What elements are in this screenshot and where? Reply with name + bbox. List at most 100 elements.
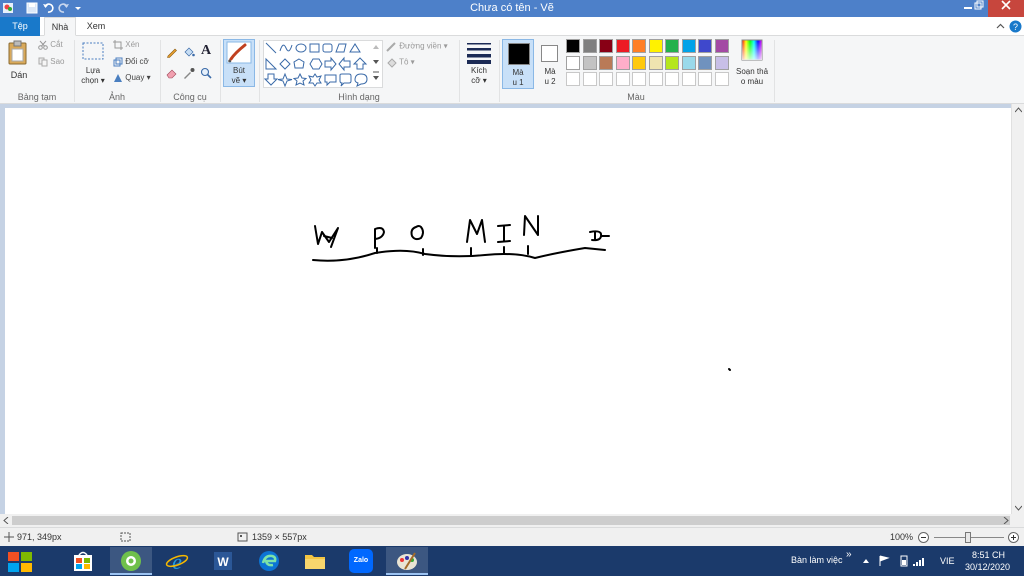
outline-button[interactable]: Đường viền ▾ (386, 41, 448, 52)
shapes-gallery[interactable] (263, 40, 383, 88)
title-bar: Chưa có tên - Vẽ (0, 0, 1024, 17)
show-hidden-icons-icon[interactable] (862, 557, 870, 565)
palette-color-swatch[interactable] (648, 72, 663, 86)
clock-date[interactable]: 30/12/2020 (965, 562, 1010, 572)
palette-color-swatch[interactable] (632, 72, 646, 86)
help-icon[interactable]: ? (1009, 20, 1022, 33)
palette-color-swatch[interactable] (599, 72, 613, 86)
scroll-up-icon[interactable] (1015, 107, 1022, 114)
taskbar-zalo[interactable]: Zalo (340, 547, 382, 575)
palette-color-swatch[interactable] (698, 39, 712, 53)
palette-color-swatch[interactable] (681, 39, 696, 53)
taskbar-coccoc[interactable] (110, 547, 152, 575)
rotate-button[interactable]: Quay ▾ (113, 73, 151, 83)
taskbar-edge[interactable] (248, 547, 290, 575)
clock-time[interactable]: 8:51 CH (972, 550, 1005, 560)
color-picker-icon[interactable] (183, 67, 195, 79)
palette-color-swatch[interactable] (615, 55, 630, 70)
palette-color-swatch[interactable] (714, 39, 729, 53)
start-button[interactable] (0, 547, 40, 575)
tab-file[interactable]: Tệp (0, 17, 40, 36)
color2-button[interactable]: Mà u 2 (536, 39, 564, 89)
restore-button[interactable] (968, 0, 990, 15)
separator (459, 40, 460, 102)
magnifier-icon[interactable] (200, 67, 212, 79)
rotate-label: Quay ▾ (125, 73, 151, 83)
palette-color-swatch[interactable] (615, 39, 630, 53)
palette-color-swatch[interactable] (665, 39, 679, 53)
palette-color-swatch[interactable] (566, 72, 580, 86)
palette-color-swatch[interactable] (632, 55, 646, 70)
palette-color-swatch[interactable] (599, 39, 613, 53)
palette-color-swatch[interactable] (714, 72, 729, 86)
palette-color-swatch[interactable] (582, 72, 597, 86)
text-tool-icon[interactable]: A (201, 43, 211, 59)
collapse-ribbon-icon[interactable] (996, 22, 1005, 31)
resize-button[interactable]: Đổi cỡ (113, 57, 149, 67)
palette-color-swatch[interactable] (566, 55, 580, 70)
scroll-down-icon[interactable] (1015, 504, 1022, 511)
drawing-canvas[interactable] (5, 108, 1011, 514)
desktop-toolbar-label[interactable]: Bàn làm việc (791, 555, 843, 565)
cut-button[interactable]: Cắt (38, 40, 63, 50)
shapes-scroll[interactable] (372, 42, 380, 86)
toolbar-expand-chevron[interactable]: » (846, 549, 852, 560)
scroll-left-icon[interactable] (3, 517, 10, 524)
fill-icon (387, 58, 397, 68)
palette-color-swatch[interactable] (714, 55, 729, 70)
fill-button[interactable]: Tô ▾ (386, 57, 415, 68)
battery-icon[interactable] (900, 555, 908, 567)
network-signal-icon[interactable] (912, 555, 926, 567)
edit-colors-button[interactable]: Soạn thả o màu (732, 39, 772, 89)
palette-color-swatch[interactable] (665, 72, 679, 86)
crop-button[interactable]: Xén (113, 40, 139, 50)
palette-color-swatch[interactable] (632, 39, 646, 53)
copy-button[interactable]: Sao (38, 57, 64, 67)
shapes-group-label: Hình dạng (338, 92, 380, 102)
vertical-scrollbar[interactable] (1011, 104, 1024, 514)
close-button[interactable] (988, 0, 1024, 17)
pencil-icon[interactable] (166, 46, 178, 58)
horizontal-scroll-thumb[interactable] (12, 516, 1010, 525)
callout-round-shape-icon (339, 73, 352, 87)
palette-color-swatch[interactable] (698, 55, 712, 70)
palette-color-swatch[interactable] (599, 55, 613, 70)
brushes-button[interactable]: Bút vẽ ▾ (223, 39, 255, 87)
tab-view[interactable]: Xem (80, 17, 112, 36)
taskbar-ie[interactable]: e (156, 547, 198, 575)
taskbar-paint[interactable] (386, 547, 428, 575)
palette-color-swatch[interactable] (615, 72, 630, 86)
select-button[interactable]: Lựa chọn ▾ (79, 40, 107, 90)
tab-home[interactable]: Nhà (44, 17, 76, 36)
fill-bucket-icon[interactable] (183, 46, 195, 58)
zoom-slider-thumb[interactable] (965, 532, 971, 543)
shapes-scroll-arrows-icon (373, 45, 379, 80)
copy-icon (38, 57, 48, 67)
taskbar-store[interactable] (62, 547, 104, 575)
zoom-out-icon[interactable] (918, 532, 929, 543)
palette-color-swatch[interactable] (648, 39, 663, 53)
action-flag-icon[interactable] (878, 555, 890, 567)
color1-button[interactable]: Mà u 1 (502, 39, 534, 89)
horizontal-scrollbar[interactable] (0, 514, 1024, 527)
clipboard-icon (8, 40, 27, 65)
eraser-icon[interactable] (166, 67, 178, 79)
scroll-right-icon[interactable] (1002, 517, 1009, 524)
palette-color-swatch[interactable] (698, 72, 712, 86)
palette-color-swatch[interactable] (681, 55, 696, 70)
palette-color-swatch[interactable] (665, 55, 679, 70)
zoom-in-icon[interactable] (1008, 532, 1019, 543)
palette-color-swatch[interactable] (582, 55, 597, 70)
taskbar-word[interactable]: W (202, 547, 244, 575)
selection-rect-icon (82, 42, 104, 60)
edit-colors-label-2: o màu (740, 77, 764, 86)
taskbar-file-explorer[interactable] (294, 547, 336, 575)
input-language[interactable]: VIE (940, 556, 955, 566)
palette-color-swatch[interactable] (582, 39, 597, 53)
palette-color-swatch[interactable] (566, 39, 580, 53)
paste-button[interactable]: Dán (6, 40, 32, 90)
size-button[interactable]: Kích cỡ ▾ (463, 40, 495, 90)
shapes-icons (263, 42, 368, 88)
palette-color-swatch[interactable] (648, 55, 663, 70)
palette-color-swatch[interactable] (681, 72, 696, 86)
